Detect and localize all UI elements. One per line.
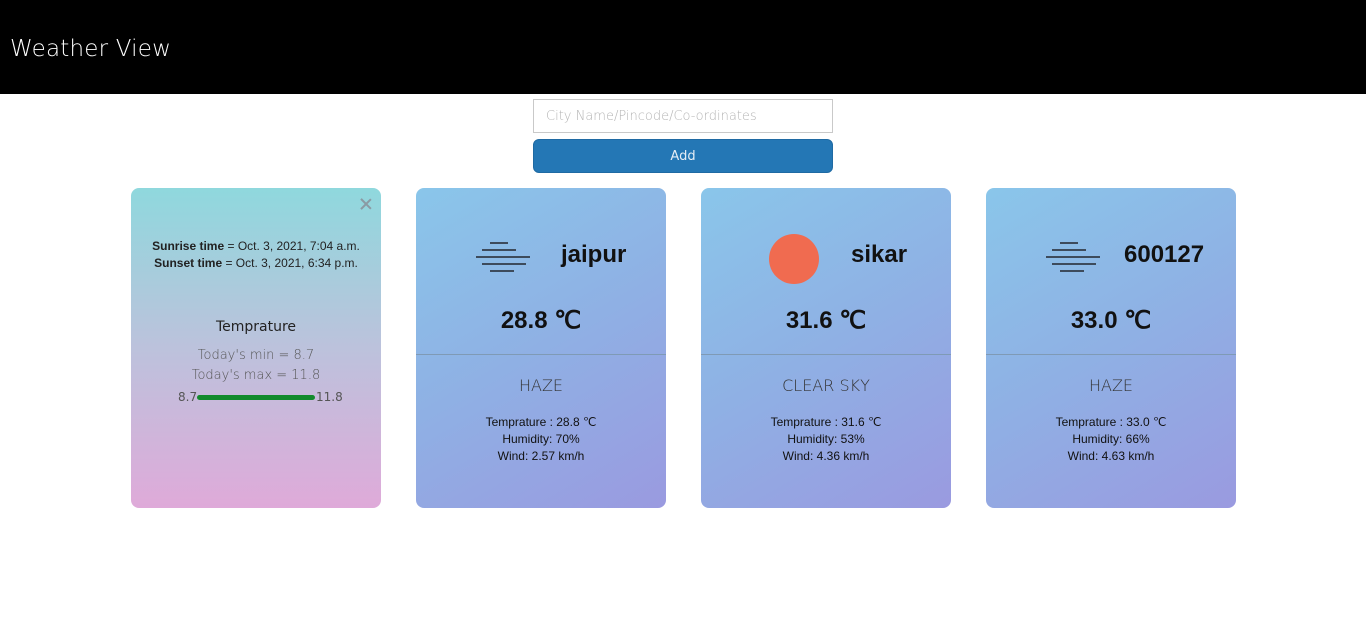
humidity-line: Humidity: 66%: [1072, 432, 1150, 446]
range-min-label: 8.7: [178, 390, 198, 404]
details-card: Sunrise time = Oct. 3, 2021, 7:04 a.m. S…: [131, 188, 381, 508]
today-max: Today's max = 11.8: [191, 368, 321, 383]
navbar: Weather View: [0, 0, 1366, 94]
wind-line: Wind: 4.63 km/h: [1067, 449, 1155, 463]
wind-line: Wind: 4.36 km/h: [782, 449, 870, 463]
sunrise-line: Sunrise time = Oct. 3, 2021, 7:04 a.m.: [152, 239, 360, 253]
sun-times: Sunrise time = Oct. 3, 2021, 7:04 a.m. S…: [131, 238, 381, 272]
range-max-label: 11.8: [316, 390, 343, 404]
sun-icon: [769, 234, 819, 284]
sunset-line: Sunset time = Oct. 3, 2021, 6:34 p.m.: [154, 256, 358, 270]
range-fill: [197, 395, 315, 400]
today-min: Today's min = 8.7: [197, 348, 315, 363]
haze-icon: [476, 240, 532, 276]
add-button[interactable]: Add: [533, 139, 833, 173]
range-bar: [197, 395, 315, 400]
temperature-line: Temprature : 31.6 ℃: [770, 415, 882, 429]
haze-icon: [1046, 240, 1102, 276]
city-name: sikar: [851, 241, 908, 268]
divider: [416, 354, 666, 355]
temperature-line: Temprature : 28.8 ℃: [485, 415, 597, 429]
weather-card[interactable]: sikar 31.6 ℃ CLEAR SKY Temprature : 31.6…: [701, 188, 951, 508]
humidity-line: Humidity: 70%: [502, 432, 580, 446]
city-name: jaipur: [561, 241, 627, 268]
current-temperature: 33.0 ℃: [1070, 307, 1152, 334]
temperature-line: Temprature : 33.0 ℃: [1055, 415, 1167, 429]
app-title[interactable]: Weather View: [10, 36, 171, 62]
divider: [701, 354, 951, 355]
wind-line: Wind: 2.57 km/h: [497, 449, 585, 463]
humidity-line: Humidity: 53%: [787, 432, 865, 446]
city-search-input[interactable]: [533, 99, 833, 133]
weather-card[interactable]: jaipur 28.8 ℃ HAZE Temprature : 28.8 ℃ H…: [416, 188, 666, 508]
weather-stats: Temprature : 28.8 ℃ Humidity: 70% Wind: …: [416, 414, 666, 465]
temperature-heading: Temprature: [215, 319, 297, 335]
divider: [986, 354, 1236, 355]
weather-card[interactable]: 600127 33.0 ℃ HAZE Temprature : 33.0 ℃ H…: [986, 188, 1236, 508]
temperature-range: 8.7 11.8: [131, 388, 381, 406]
weather-stats: Temprature : 33.0 ℃ Humidity: 66% Wind: …: [986, 414, 1236, 465]
current-temperature: 28.8 ℃: [500, 307, 582, 334]
city-name: 600127: [1124, 241, 1205, 268]
current-temperature: 31.6 ℃: [785, 307, 867, 334]
close-icon[interactable]: [360, 198, 372, 210]
weather-condition: HAZE: [518, 376, 564, 395]
weather-condition: HAZE: [1088, 376, 1134, 395]
weather-condition: CLEAR SKY: [782, 376, 870, 395]
weather-stats: Temprature : 31.6 ℃ Humidity: 53% Wind: …: [701, 414, 951, 465]
